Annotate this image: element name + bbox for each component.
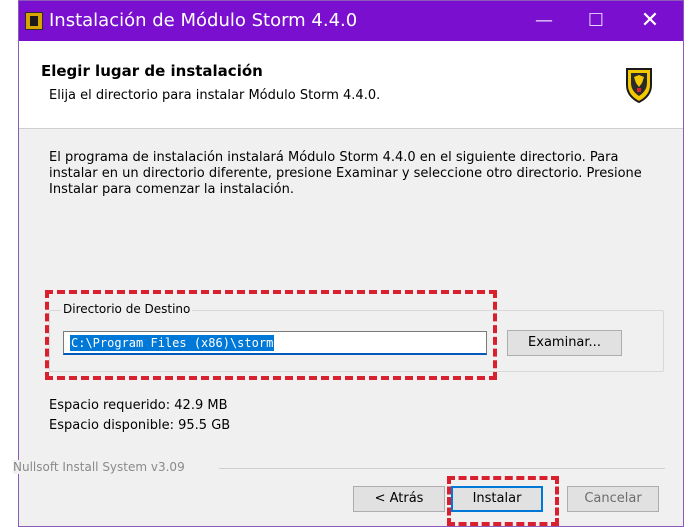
title-bar[interactable]: Instalación de Módulo Storm 4.4.0 — ☐ ✕ — [19, 1, 683, 41]
minimize-button[interactable]: — — [519, 1, 569, 41]
page-header: Elegir lugar de instalación Elija el dir… — [19, 41, 683, 129]
space-required-text: Espacio requerido: 42.9 MB — [49, 398, 228, 413]
page-title: Elegir lugar de instalación — [41, 62, 263, 80]
space-available-text: Espacio disponible: 95.5 GB — [49, 418, 231, 433]
installer-window: Instalación de Módulo Storm 4.4.0 — ☐ ✕ … — [13, 0, 684, 527]
maximize-button[interactable]: ☐ — [571, 1, 621, 41]
browse-button[interactable]: Examinar... — [507, 330, 622, 356]
coat-of-arms-icon — [626, 68, 652, 103]
cancel-button[interactable]: Cancelar — [567, 486, 659, 512]
nsis-branding: Nullsoft Install System v3.09 — [13, 460, 189, 474]
footer-divider — [219, 468, 665, 469]
destination-highlight-box — [45, 290, 497, 380]
install-highlight-box — [447, 476, 559, 526]
window-title: Instalación de Módulo Storm 4.4.0 — [49, 10, 358, 31]
page-subtitle: Elija el directorio para instalar Módulo… — [49, 88, 381, 103]
instructions-text: El programa de instalación instalará Mód… — [49, 150, 642, 197]
installer-app-icon — [25, 12, 43, 30]
back-button[interactable]: < Atrás — [353, 486, 445, 512]
close-button[interactable]: ✕ — [625, 1, 675, 41]
